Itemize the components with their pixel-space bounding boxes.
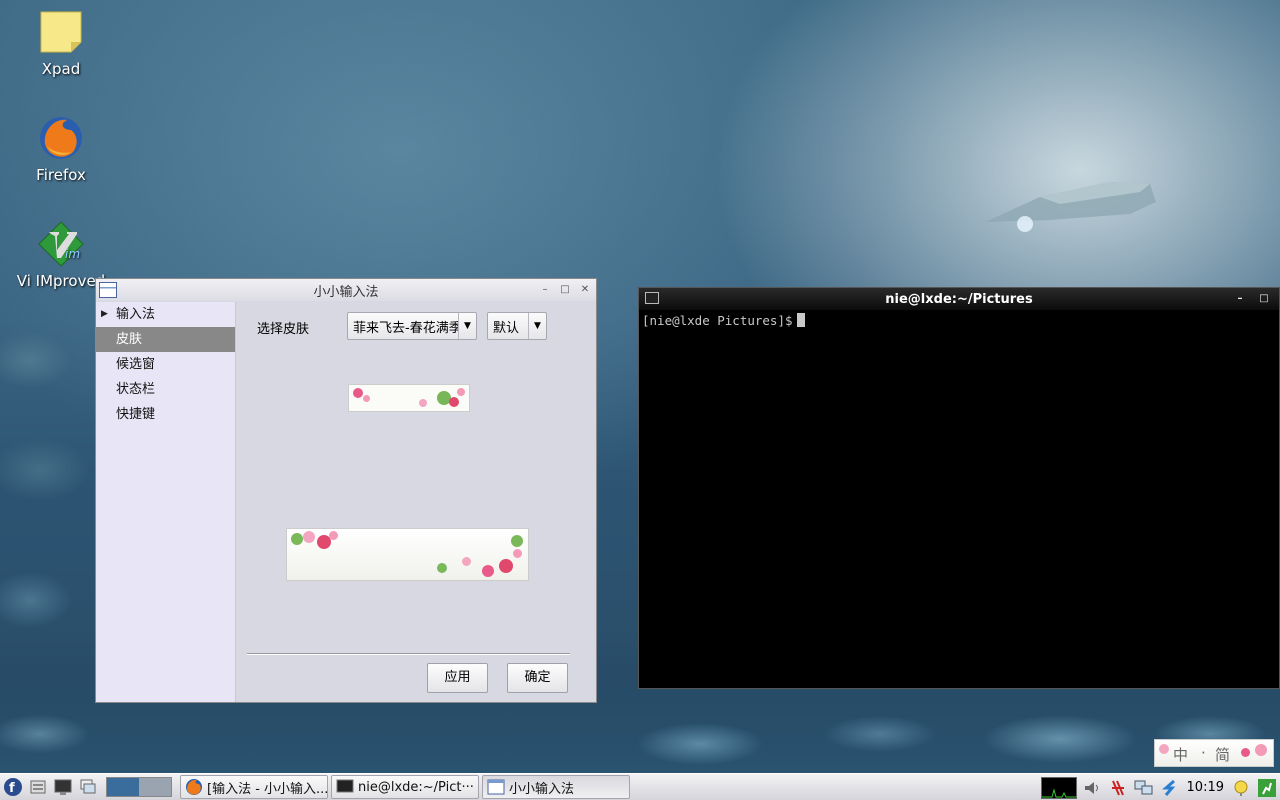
minimize-button[interactable]: –: [1233, 292, 1247, 306]
vim-icon: im: [37, 220, 85, 268]
text-cursor: [796, 313, 805, 327]
sidebar-item-input-method[interactable]: ▶ 输入法: [96, 302, 235, 327]
sidebar-item-candidate-window[interactable]: 候选窗: [96, 352, 235, 377]
sidebar-item-label: 候选窗: [116, 357, 156, 372]
skin-select[interactable]: 菲来飞去-春花满季 ▼: [347, 312, 477, 340]
wallpaper-rocks-left: [0, 300, 95, 720]
task-ime-settings[interactable]: 小小输入法: [482, 775, 630, 799]
desktop-icon-label: Firefox: [36, 166, 86, 184]
cpu-monitor-icon[interactable]: [1040, 776, 1077, 799]
terminal-icon: [336, 779, 354, 793]
skin-variant-select[interactable]: 默认 ▼: [487, 312, 547, 340]
task-label: [输入法 - 小小输入...: [207, 781, 328, 797]
button-divider: [247, 653, 570, 655]
show-desktop-icon[interactable]: [75, 775, 100, 800]
svg-text:im: im: [65, 247, 80, 261]
sidebar-item-skin[interactable]: 皮肤: [96, 327, 235, 352]
terminal-launcher-icon[interactable]: [50, 775, 75, 800]
sidebar-item-label: 皮肤: [116, 332, 143, 347]
shell-prompt: [nie@lxde Pictures]$: [642, 313, 793, 328]
dropdown-arrow-icon: ▼: [528, 313, 546, 339]
sidebar-item-label: 输入法: [116, 307, 156, 322]
firefox-icon: [186, 779, 202, 795]
update-icon[interactable]: [1159, 777, 1181, 799]
ok-button[interactable]: 确定: [507, 663, 568, 693]
ime-mode-toggle[interactable]: 中: [1173, 744, 1188, 765]
desktop-icon-label: Xpad: [41, 60, 81, 78]
sidebar-item-shortcuts[interactable]: 快捷键: [96, 402, 235, 427]
terminal-window: nie@lxde:~/Pictures – □ [nie@lxde Pictur…: [638, 287, 1280, 689]
workspace-1[interactable]: [107, 778, 139, 796]
settings-sidebar: ▶ 输入法 皮肤 候选窗 状态栏 快捷键: [96, 302, 236, 702]
file-manager-icon[interactable]: [25, 775, 50, 800]
terminal-output[interactable]: [nie@lxde Pictures]$: [639, 310, 1279, 331]
sidebar-item-status-bar[interactable]: 状态栏: [96, 377, 235, 402]
candidate-window-skin-preview: [286, 528, 529, 581]
window-titlebar[interactable]: 小小输入法 – □ ✕: [96, 279, 596, 301]
workspace-pager[interactable]: [106, 777, 172, 797]
ime-settings-window: 小小输入法 – □ ✕ ▶ 输入法 皮肤 候选窗 状态栏 快捷键 选择皮肤 菲来…: [95, 278, 597, 703]
ime-tray-icon[interactable]: [1107, 777, 1129, 799]
skin-settings-panel: 选择皮肤 菲来飞去-春花满季 ▼ 默认 ▼ 应用 确定: [237, 302, 596, 702]
status-bar-skin-preview: [348, 384, 470, 412]
desktop-icon-firefox[interactable]: Firefox: [6, 114, 116, 184]
skin-select-value: 菲来飞去-春花满季: [353, 320, 458, 336]
window-titlebar[interactable]: nie@lxde:~/Pictures – □: [639, 288, 1279, 310]
expander-triangle-icon[interactable]: ▶: [101, 302, 108, 327]
desktop-icon-xpad[interactable]: Xpad: [6, 8, 116, 78]
workspace-2[interactable]: [139, 778, 171, 796]
task-label: 小小输入法: [509, 781, 575, 797]
ime-script-toggle[interactable]: 简: [1215, 744, 1230, 765]
window-title: 小小输入法: [313, 284, 379, 300]
skin-variant-value: 默认: [493, 320, 520, 336]
svg-text:f: f: [9, 781, 15, 796]
maximize-button[interactable]: □: [1257, 292, 1271, 306]
volume-icon[interactable]: [1081, 777, 1103, 799]
ime-status-bar[interactable]: 中 · 简: [1154, 739, 1274, 767]
skin-select-label: 选择皮肤: [257, 322, 310, 337]
apply-button[interactable]: 应用: [427, 663, 488, 693]
network-icon[interactable]: [1133, 777, 1155, 799]
fedora-menu-icon[interactable]: f: [0, 775, 25, 800]
taskbar: f [输入法 - 小小输入... nie@lxde:~/Pict··· 小小输入…: [0, 773, 1280, 800]
sidebar-item-label: 状态栏: [116, 382, 156, 397]
sticky-note-icon: [37, 8, 85, 56]
minimize-button[interactable]: –: [538, 283, 552, 297]
ime-status-separator: ·: [1201, 744, 1206, 762]
task-firefox[interactable]: [输入法 - 小小输入...: [180, 775, 328, 799]
close-button[interactable]: ✕: [578, 283, 592, 297]
maximize-button[interactable]: □: [558, 283, 572, 297]
window-icon: [487, 779, 505, 795]
sidebar-item-label: 快捷键: [116, 407, 156, 422]
wallpaper-spaceship: [985, 182, 1156, 232]
clock[interactable]: 10:19: [1187, 780, 1224, 795]
firefox-icon: [37, 114, 85, 162]
dropdown-arrow-icon: ▼: [458, 313, 476, 339]
task-label: nie@lxde:~/Pict···: [358, 779, 474, 795]
system-tray: 10:19: [1039, 774, 1280, 800]
logout-icon[interactable]: [1256, 777, 1278, 799]
notification-icon[interactable]: [1230, 777, 1252, 799]
window-title: nie@lxde:~/Pictures: [885, 291, 1033, 307]
task-terminal[interactable]: nie@lxde:~/Pict···: [331, 775, 479, 799]
